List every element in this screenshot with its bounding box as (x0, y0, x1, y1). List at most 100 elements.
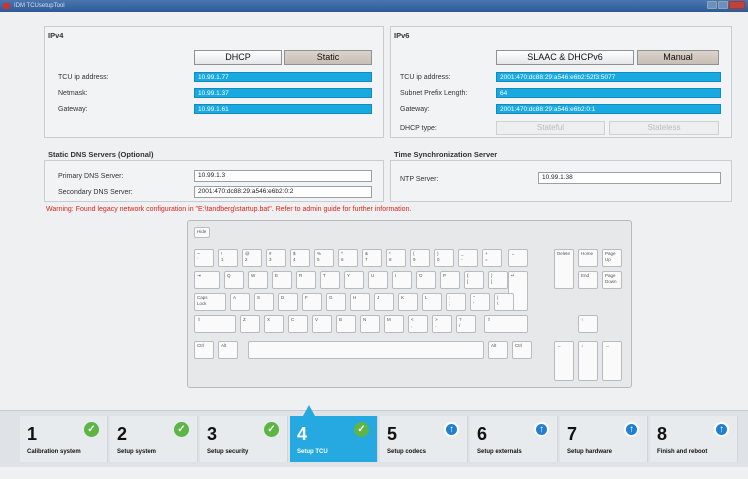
key-arrow-left[interactable]: ← (554, 341, 574, 381)
key-page-down[interactable]: Page Down (602, 271, 622, 289)
key-ctrl-right[interactable]: Ctrl (512, 341, 532, 359)
keyboard-key[interactable]: M (384, 315, 404, 333)
keyboard-key[interactable]: * 8 (386, 249, 406, 267)
key-shift-right[interactable]: ⇧ (484, 315, 528, 333)
key-caps-lock[interactable]: Caps Lock (194, 293, 226, 311)
wizard-step-3[interactable]: 3 Setup security ✓ (200, 416, 288, 462)
ipv6-tcu-ip-field[interactable]: 2001:470:dc88:29:a546:e6b2:52f3:5077 (496, 72, 721, 82)
step-label: Setup externals (477, 449, 522, 455)
manual-button[interactable]: Manual (637, 50, 719, 65)
keyboard-key[interactable]: J (374, 293, 394, 311)
key-page-up[interactable]: Page Up (602, 249, 622, 267)
keyboard-key[interactable]: A (230, 293, 250, 311)
keyboard-key[interactable]: (9 (410, 249, 430, 267)
primary-dns-input[interactable]: 10.99.1.3 (194, 170, 372, 182)
key-backspace[interactable]: ← (508, 249, 528, 267)
keyboard-hide-key[interactable]: Hide (194, 227, 210, 238)
step-number: 7 (567, 424, 578, 444)
keyboard-key[interactable]: H (350, 293, 370, 311)
keyboard-key[interactable]: E (272, 271, 292, 289)
key-shift-left[interactable]: ⇧ (194, 315, 236, 333)
ntp-server-input[interactable]: 10.99.1.38 (538, 172, 721, 184)
wizard-step-1[interactable]: 1 Calibration system ✓ (20, 416, 108, 462)
key-end[interactable]: End (578, 271, 598, 289)
wizard-step-4[interactable]: 4 Setup TCU ✓ (290, 416, 378, 462)
key-delete[interactable]: Delete (554, 249, 574, 289)
ipv6-tcu-ip-label: TCU ip address: (400, 74, 451, 81)
key-tab[interactable]: ⇥ (194, 271, 220, 289)
key-alt-right[interactable]: Alt (488, 341, 508, 359)
keyboard-key[interactable]: ) 0 (434, 249, 454, 267)
dhcp-button[interactable]: DHCP (194, 50, 282, 65)
stateless-button[interactable]: Stateless (609, 121, 719, 135)
window-title: IDM TCUsetupTool (14, 3, 65, 9)
keyboard-key[interactable]: @2 (242, 249, 262, 267)
keyboard-key[interactable]: + = (482, 249, 502, 267)
key-home[interactable]: Home (578, 249, 598, 267)
keyboard-key[interactable]: S (254, 293, 274, 311)
keyboard-key[interactable]: ~ ` (194, 249, 214, 267)
keyboard-key[interactable]: W (248, 271, 268, 289)
key-arrow-up[interactable]: ↑ (578, 315, 598, 333)
keyboard-key[interactable]: $4 (290, 249, 310, 267)
subnet-prefix-field[interactable]: 64 (496, 88, 721, 98)
keyboard-key[interactable]: Z (240, 315, 260, 333)
keyboard-key[interactable]: & 7 (362, 249, 382, 267)
stateful-button[interactable]: Stateful (496, 121, 605, 135)
keyboard-key[interactable]: <, (408, 315, 428, 333)
keyboard-key[interactable]: #3 (266, 249, 286, 267)
ipv4-tcu-ip-field[interactable]: 10.99.1.77 (194, 72, 372, 82)
wizard-step-7[interactable]: 7 Setup hardware ↑ (560, 416, 648, 462)
close-button[interactable] (729, 1, 745, 9)
keyboard-key[interactable]: ^ 6 (338, 249, 358, 267)
keyboard-key[interactable]: :; (446, 293, 466, 311)
keyboard-key[interactable]: ? / (456, 315, 476, 333)
keyboard-key[interactable]: Q (224, 271, 244, 289)
key-alt-left[interactable]: Alt (218, 341, 238, 359)
key-arrow-down[interactable]: ↓ (578, 341, 598, 381)
slaac-dhcpv6-button[interactable]: SLAAC & DHCPv6 (496, 50, 634, 65)
wizard-step-2[interactable]: 2 Setup system ✓ (110, 416, 198, 462)
arrow-up-icon: ↑ (714, 422, 729, 437)
key-space[interactable] (248, 341, 484, 359)
keyboard-key[interactable]: D (278, 293, 298, 311)
keyboard-key[interactable]: U (368, 271, 388, 289)
keyboard-key[interactable]: B (336, 315, 356, 333)
keyboard-key[interactable]: X (264, 315, 284, 333)
ipv4-gateway-field[interactable]: 10.99.1.61 (194, 104, 372, 114)
keyboard-key[interactable]: V (312, 315, 332, 333)
keyboard-key[interactable]: C (288, 315, 308, 333)
keyboard-key[interactable]: " ' (470, 293, 490, 311)
keyboard-key[interactable]: }] (488, 271, 508, 289)
keyboard-key[interactable]: ! 1 (218, 249, 238, 267)
keyboard-key[interactable]: | \ (494, 293, 514, 311)
keyboard-key[interactable]: N (360, 315, 380, 333)
keyboard-key[interactable]: K (398, 293, 418, 311)
static-button[interactable]: Static (284, 50, 372, 65)
key-ctrl-left[interactable]: Ctrl (194, 341, 214, 359)
keyboard-key[interactable]: Y (344, 271, 364, 289)
keyboard-key[interactable]: % 5 (314, 249, 334, 267)
keyboard-key[interactable]: O (416, 271, 436, 289)
key-arrow-right[interactable]: → (602, 341, 622, 381)
minimize-button[interactable] (707, 1, 717, 9)
step-number: 2 (117, 424, 128, 444)
ipv6-gateway-field[interactable]: 2001:470:dc88:29:a546:e6b2:0:1 (496, 104, 721, 114)
wizard-step-8[interactable]: 8 Finish and reboot ↑ (650, 416, 738, 462)
wizard-step-5[interactable]: 5 Setup codecs ↑ (380, 416, 468, 462)
keyboard-key[interactable]: P (440, 271, 460, 289)
keyboard-key[interactable]: I (392, 271, 412, 289)
keyboard-key[interactable]: R (296, 271, 316, 289)
step-number: 3 (207, 424, 218, 444)
maximize-button[interactable] (718, 1, 728, 9)
ipv4-netmask-field[interactable]: 10.99.1.37 (194, 88, 372, 98)
secondary-dns-input[interactable]: 2001:470:dc88:29:a546:e6b2:0:2 (194, 186, 372, 198)
keyboard-key[interactable]: >. (432, 315, 452, 333)
wizard-step-6[interactable]: 6 Setup externals ↑ (470, 416, 558, 462)
keyboard-key[interactable]: G (326, 293, 346, 311)
keyboard-key[interactable]: L (422, 293, 442, 311)
keyboard-key[interactable]: _ - (458, 249, 478, 267)
keyboard-key[interactable]: {[ (464, 271, 484, 289)
keyboard-key[interactable]: F (302, 293, 322, 311)
keyboard-key[interactable]: T (320, 271, 340, 289)
